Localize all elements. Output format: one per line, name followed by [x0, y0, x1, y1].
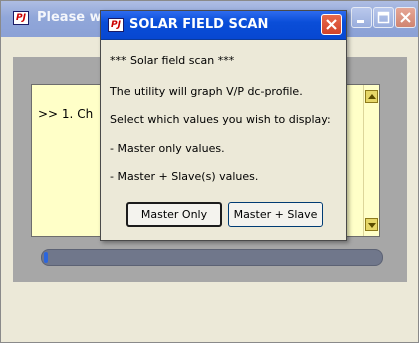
maximize-button[interactable]	[373, 7, 394, 28]
progress-fill	[44, 252, 48, 263]
dialog-title-bar[interactable]: PJ SOLAR FIELD SCAN	[101, 11, 346, 40]
master-slave-button[interactable]: Master + Slave	[228, 202, 323, 227]
maximize-icon	[377, 11, 390, 24]
minimize-icon	[357, 20, 364, 23]
scroll-up-button[interactable]	[365, 90, 378, 103]
arrow-up-icon	[368, 94, 376, 99]
minimize-button[interactable]	[351, 7, 372, 28]
message-line: - Master only values.	[110, 142, 225, 155]
log-line: >> 1. Ch	[38, 107, 94, 121]
message-line: *** Solar field scan ***	[110, 54, 235, 67]
progress-bar	[41, 249, 383, 266]
master-only-button[interactable]: Master Only	[126, 202, 222, 227]
message-line: - Master + Slave(s) values.	[110, 170, 259, 183]
message-line: The utility will graph V/P dc-profile.	[110, 85, 303, 98]
vertical-scrollbar[interactable]	[363, 85, 379, 236]
dialog-app-icon: PJ	[108, 18, 124, 32]
close-icon	[326, 19, 337, 30]
dialog-title: SOLAR FIELD SCAN	[129, 17, 269, 32]
app-icon: PJ	[13, 11, 29, 25]
close-icon	[400, 12, 411, 23]
scroll-down-button[interactable]	[365, 218, 378, 231]
message-line: Select which values you wish to display:	[110, 113, 331, 126]
solar-field-scan-dialog: PJ SOLAR FIELD SCAN *** Solar field scan…	[100, 10, 347, 241]
arrow-down-icon	[368, 223, 376, 228]
dialog-close-button[interactable]	[321, 14, 342, 35]
close-button[interactable]	[395, 7, 416, 28]
